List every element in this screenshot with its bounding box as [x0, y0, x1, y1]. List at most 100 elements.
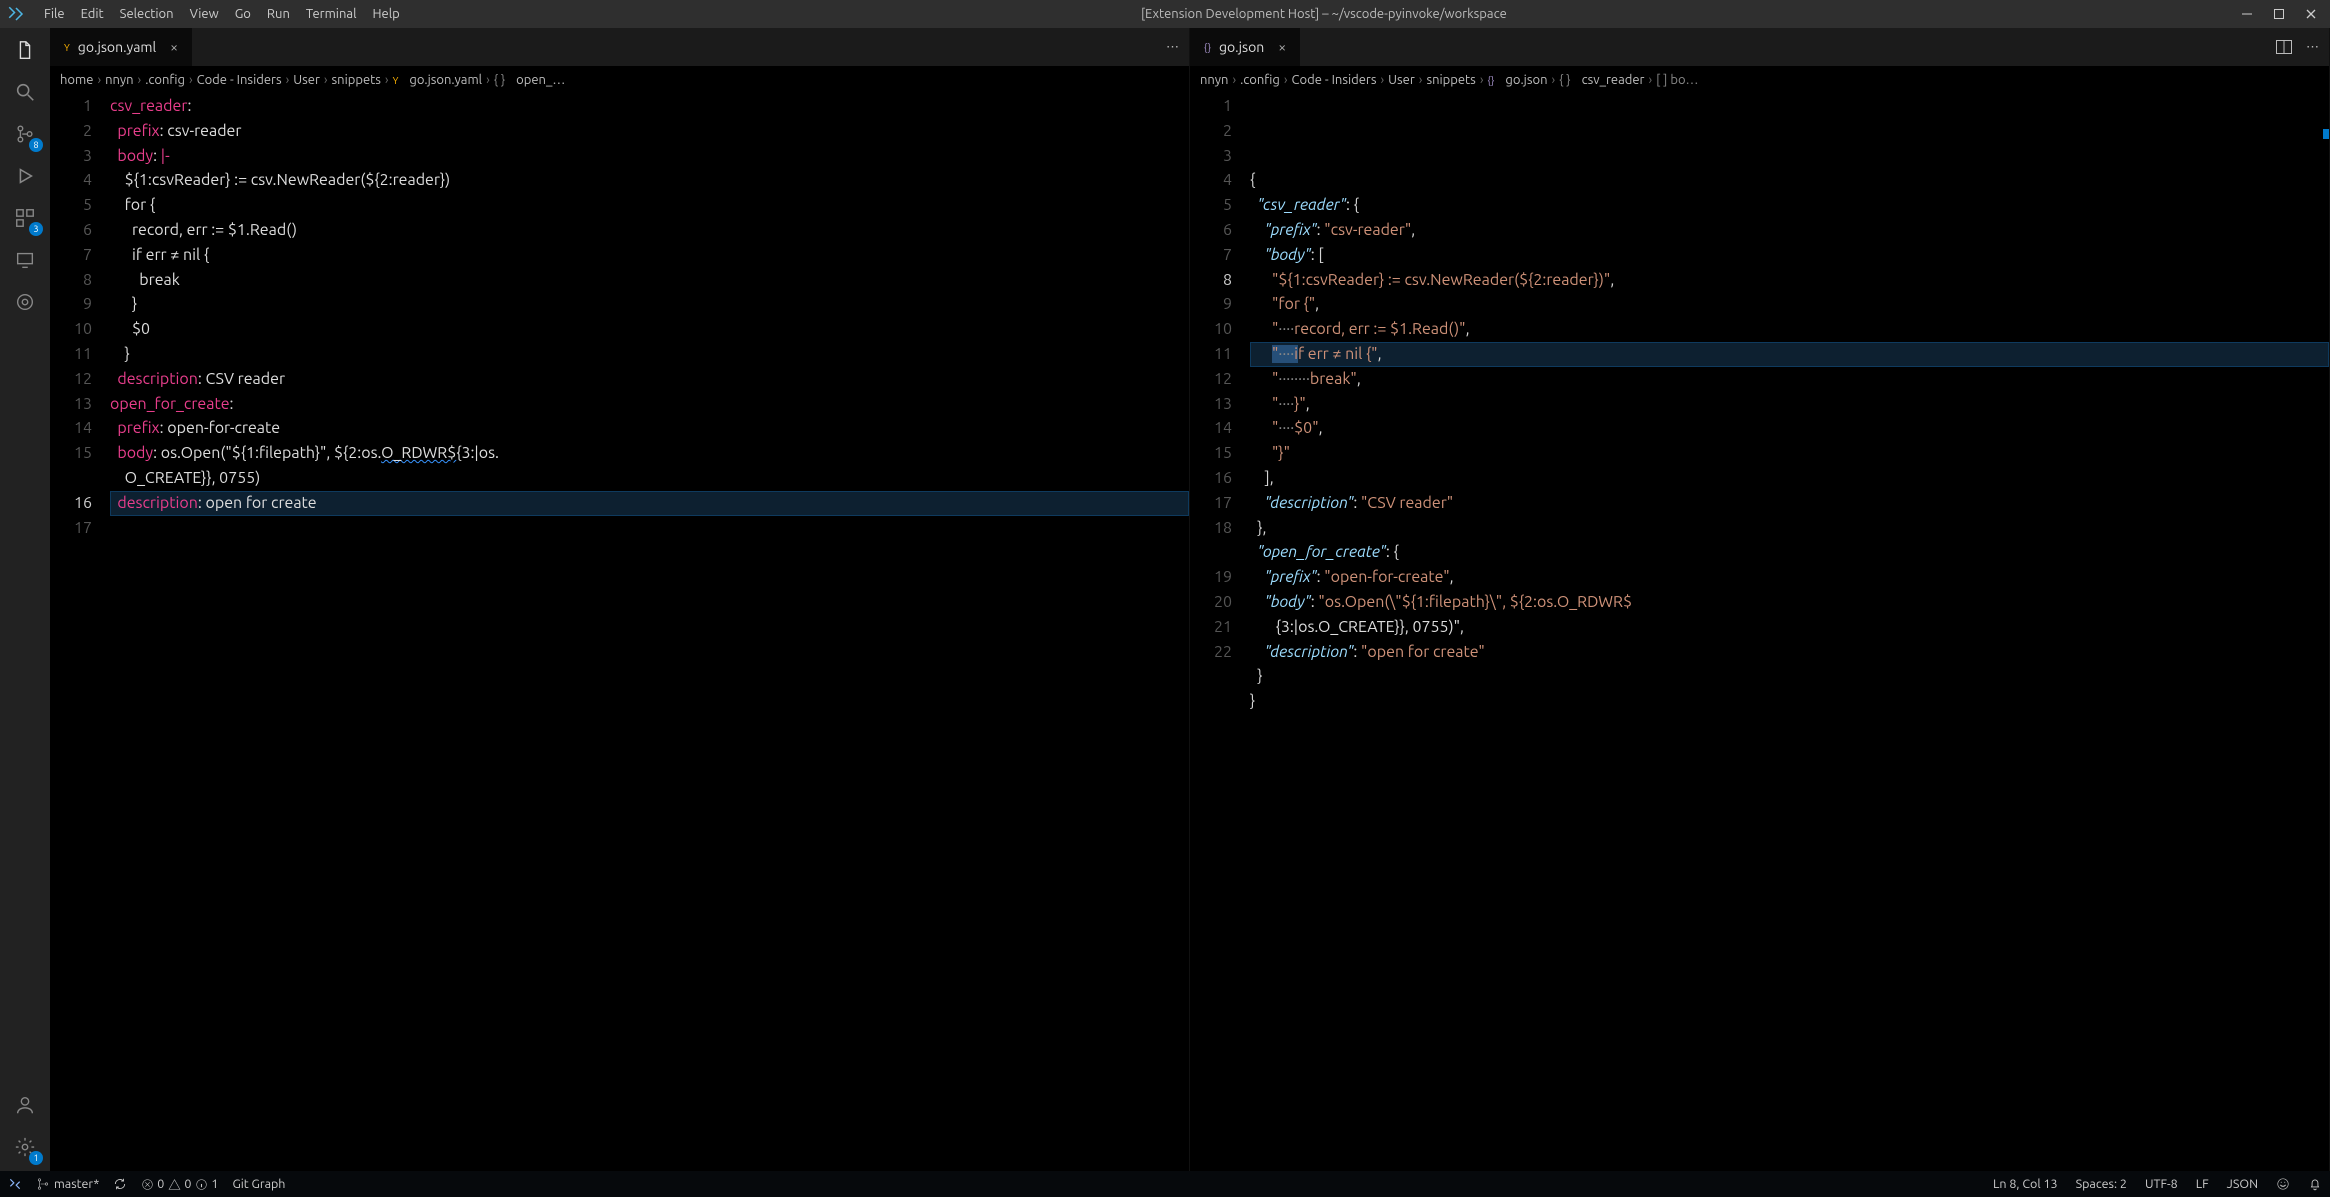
- window-maximize-icon[interactable]: [2272, 7, 2286, 21]
- code-line[interactable]: ],: [1250, 466, 2329, 491]
- code-line[interactable]: }: [1250, 689, 2329, 714]
- breadcrumb-segment[interactable]: .config: [145, 73, 185, 87]
- code-line[interactable]: "prefix": "csv-reader",: [1250, 218, 2329, 243]
- activity-target-icon[interactable]: [9, 286, 41, 318]
- close-icon[interactable]: ×: [1278, 39, 1286, 55]
- breadcrumb-segment[interactable]: .config: [1240, 73, 1280, 87]
- breadcrumb-segment[interactable]: nnyn: [1200, 73, 1228, 87]
- breadcrumbs-right[interactable]: nnyn› .config› Code - Insiders› User› sn…: [1190, 66, 2329, 94]
- code-line[interactable]: "····record, err := $1.Read()",: [1250, 317, 2329, 342]
- breadcrumbs-left[interactable]: home› nnyn› .config› Code - Insiders› Us…: [50, 66, 1189, 94]
- status-problems[interactable]: 0 0 1: [141, 1177, 218, 1191]
- status-encoding[interactable]: UTF-8: [2145, 1177, 2178, 1191]
- status-language-mode[interactable]: JSON: [2227, 1177, 2258, 1191]
- yaml-lang-icon: Y: [64, 42, 70, 53]
- code-line[interactable]: $0: [110, 317, 1189, 342]
- activity-explorer-icon[interactable]: [9, 34, 41, 66]
- breadcrumb-segment[interactable]: User: [1388, 73, 1415, 87]
- status-sync-icon[interactable]: [113, 1177, 127, 1191]
- menu-help[interactable]: Help: [364, 7, 407, 21]
- code-line[interactable]: }: [1250, 664, 2329, 689]
- code-line[interactable]: [1250, 714, 2329, 739]
- menu-selection[interactable]: Selection: [112, 7, 182, 21]
- code-line[interactable]: "····if err ≠ nil {",: [1250, 342, 2329, 367]
- menu-file[interactable]: File: [36, 7, 73, 21]
- code-line[interactable]: "prefix": "open-for-create",: [1250, 565, 2329, 590]
- code-line[interactable]: body: os.Open("${1:filepath}", ${2:os.O_…: [110, 441, 1189, 466]
- breadcrumb-segment[interactable]: go.json.yaml: [409, 73, 482, 87]
- code-line[interactable]: {: [1250, 168, 2329, 193]
- code-line[interactable]: "description": "open for create": [1250, 640, 2329, 665]
- code-line[interactable]: }: [110, 292, 1189, 317]
- activity-debug-icon[interactable]: [9, 160, 41, 192]
- status-branch[interactable]: master*: [36, 1177, 99, 1191]
- code-line[interactable]: "for {",: [1250, 292, 2329, 317]
- code-line[interactable]: break: [110, 268, 1189, 293]
- menu-run[interactable]: Run: [259, 7, 298, 21]
- code-editor-left[interactable]: 1234567891011121314151617 csv_reader: pr…: [50, 94, 1189, 1171]
- code-line[interactable]: "····$0",: [1250, 416, 2329, 441]
- menu-view[interactable]: View: [182, 7, 227, 21]
- code-line[interactable]: "}": [1250, 441, 2329, 466]
- breadcrumb-segment[interactable]: nnyn: [105, 73, 133, 87]
- code-line[interactable]: if err ≠ nil {: [110, 243, 1189, 268]
- editor-more-icon[interactable]: ⋯: [2306, 40, 2319, 55]
- code-line[interactable]: "csv_reader": {: [1250, 193, 2329, 218]
- status-bell-icon[interactable]: [2308, 1177, 2322, 1191]
- code-line[interactable]: [110, 516, 1189, 541]
- status-indentation[interactable]: Spaces: 2: [2076, 1177, 2127, 1191]
- activity-extensions-icon[interactable]: 3: [9, 202, 41, 234]
- close-icon[interactable]: ×: [170, 39, 178, 55]
- tab-go-json-yaml[interactable]: Y go.json.yaml ×: [50, 28, 192, 66]
- code-line[interactable]: csv_reader:: [110, 94, 1189, 119]
- breadcrumb-segment[interactable]: snippets: [332, 73, 381, 87]
- code-line[interactable]: "description": "CSV reader": [1250, 491, 2329, 516]
- activity-gear-icon[interactable]: 1: [9, 1131, 41, 1163]
- code-line[interactable]: description: CSV reader: [110, 367, 1189, 392]
- window-close-icon[interactable]: [2304, 7, 2318, 21]
- window-minimize-icon[interactable]: [2240, 7, 2254, 21]
- code-line[interactable]: "${1:csvReader} := csv.NewReader(${2:rea…: [1250, 268, 2329, 293]
- activity-scm-icon[interactable]: 8: [9, 118, 41, 150]
- code-line[interactable]: "····}",: [1250, 392, 2329, 417]
- code-line[interactable]: "body": [: [1250, 243, 2329, 268]
- code-line[interactable]: },: [1250, 516, 2329, 541]
- breadcrumb-segment[interactable]: Code - Insiders: [197, 73, 282, 87]
- status-remote-icon[interactable]: [8, 1177, 22, 1191]
- breadcrumb-segment[interactable]: home: [60, 73, 93, 87]
- editor-more-icon[interactable]: ⋯: [1166, 40, 1179, 55]
- breadcrumb-segment[interactable]: csv_reader: [1582, 73, 1645, 87]
- breadcrumb-segment[interactable]: Code - Insiders: [1292, 73, 1377, 87]
- activity-remote-icon[interactable]: [9, 244, 41, 276]
- breadcrumb-segment[interactable]: open_…: [516, 73, 565, 87]
- menu-go[interactable]: Go: [227, 7, 259, 21]
- breadcrumb-segment[interactable]: User: [293, 73, 320, 87]
- status-cursor-position[interactable]: Ln 8, Col 13: [1993, 1177, 2058, 1191]
- status-git-graph[interactable]: Git Graph: [232, 1177, 285, 1191]
- code-line[interactable]: prefix: csv-reader: [110, 119, 1189, 144]
- menu-edit[interactable]: Edit: [73, 7, 112, 21]
- code-line[interactable]: for {: [110, 193, 1189, 218]
- tab-go-json[interactable]: {} go.json ×: [1190, 28, 1300, 66]
- status-eol[interactable]: LF: [2196, 1177, 2209, 1191]
- activity-account-icon[interactable]: [9, 1089, 41, 1121]
- code-line[interactable]: prefix: open-for-create: [110, 416, 1189, 441]
- activity-search-icon[interactable]: [9, 76, 41, 108]
- code-line[interactable]: "body": "os.Open(\"${1:filepath}\", ${2:…: [1250, 590, 2329, 615]
- code-editor-right[interactable]: 12345678910111213141516171819202122 { "c…: [1190, 94, 2329, 1171]
- code-line[interactable]: "········break",: [1250, 367, 2329, 392]
- status-feedback-icon[interactable]: [2276, 1177, 2290, 1191]
- code-line[interactable]: "open_for_create": {: [1250, 540, 2329, 565]
- code-line[interactable]: }: [110, 342, 1189, 367]
- menu-terminal[interactable]: Terminal: [298, 7, 365, 21]
- code-line[interactable]: ${1:csvReader} := csv.NewReader(${2:read…: [110, 168, 1189, 193]
- breadcrumb-segment[interactable]: snippets: [1426, 73, 1475, 87]
- split-editor-icon[interactable]: [2276, 40, 2292, 54]
- code-line[interactable]: description: open for create: [110, 491, 1189, 516]
- breadcrumb-segment[interactable]: go.json: [1505, 73, 1547, 87]
- code-line[interactable]: {3:|os.O_CREATE}}, 0755)",: [1250, 615, 2329, 640]
- code-line[interactable]: record, err := $1.Read(): [110, 218, 1189, 243]
- code-line[interactable]: O_CREATE}}, 0755): [110, 466, 1189, 491]
- code-line[interactable]: open_for_create:: [110, 392, 1189, 417]
- code-line[interactable]: body: |-: [110, 144, 1189, 169]
